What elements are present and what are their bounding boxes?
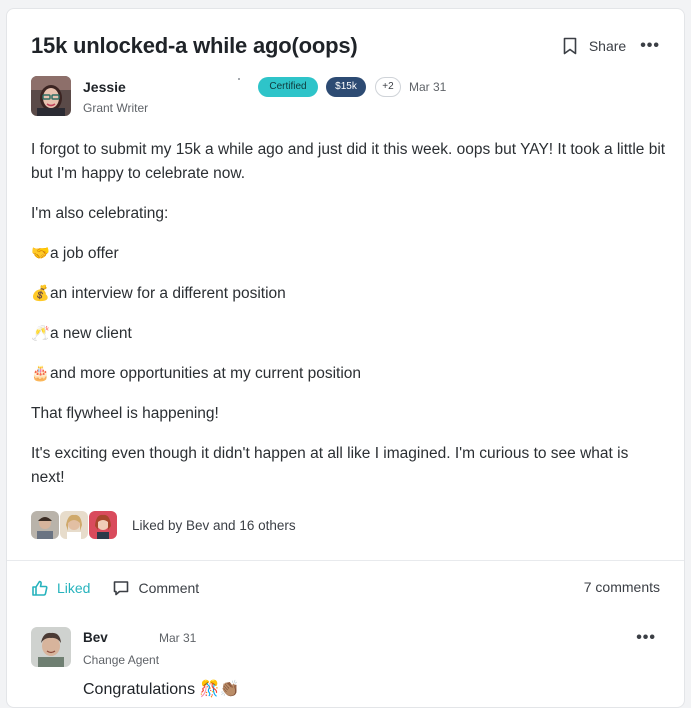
celebration-clap-icon: 🎊👏🏽: [199, 681, 240, 698]
comment-more-options-icon[interactable]: •••: [636, 629, 656, 647]
liked-by-text[interactable]: Liked by Bev and 16 others: [132, 518, 296, 533]
divider: [7, 560, 684, 561]
list-item-text: a job offer: [50, 245, 119, 262]
separator-dot: [238, 78, 240, 80]
share-button[interactable]: Share: [589, 38, 626, 54]
list-item-text: and more opportunities at my current pos…: [50, 365, 362, 382]
comment-date: Mar 31: [159, 631, 197, 645]
comment-text: Congratulations 🎊👏🏽: [83, 679, 239, 699]
commenter-role: Change Agent: [83, 653, 160, 667]
clinking-glasses-icon: 🥂: [31, 325, 50, 342]
list-item: 💰an interview for a different position: [31, 282, 666, 306]
like-label: Liked: [57, 580, 91, 596]
post-date: Mar 31: [409, 80, 447, 94]
body-paragraph: I'm also celebrating:: [31, 205, 169, 222]
body-paragraph: I forgot to submit my 15k a while ago an…: [31, 141, 666, 182]
handshake-icon: 🤝: [31, 245, 50, 262]
birthday-cake-icon: 🎂: [31, 365, 50, 382]
author-avatar[interactable]: [31, 76, 71, 116]
author-info: Jessie Grant Writer Certified $15k +2 Ma…: [31, 76, 660, 118]
body-paragraph: It's exciting even though it didn't happ…: [31, 445, 629, 486]
liker-avatar: [60, 511, 88, 539]
list-item-text: a new client: [50, 325, 132, 342]
comment-item: Bev Mar 31 Change Agent ••• Congratulati…: [31, 627, 660, 707]
bookmark-icon[interactable]: [561, 36, 579, 56]
more-options-icon[interactable]: •••: [640, 37, 660, 55]
post-header: 15k unlocked-a while ago(oops) Share •••: [31, 31, 660, 61]
author-name[interactable]: Jessie: [83, 79, 126, 95]
liker-avatar: [31, 511, 59, 539]
more-badges-button[interactable]: +2: [375, 77, 401, 97]
thumbs-up-icon: [31, 579, 49, 597]
commenter-name[interactable]: Bev: [83, 630, 108, 645]
comments-count[interactable]: 7 comments: [584, 579, 660, 595]
post-body: I forgot to submit my 15k a while ago an…: [31, 138, 666, 506]
list-item-text: an interview for a different position: [50, 285, 286, 302]
body-paragraph: That flywheel is happening!: [31, 405, 219, 422]
comment-icon: [112, 579, 130, 597]
list-item: 🎂and more opportunities at my current po…: [31, 362, 666, 386]
list-item: 🤝a job offer: [31, 242, 666, 266]
commenter-avatar[interactable]: [31, 627, 71, 667]
list-item: 🥂a new client: [31, 322, 666, 346]
amount-badge: $15k: [326, 77, 366, 97]
certified-badge: Certified: [258, 77, 318, 97]
author-role: Grant Writer: [83, 101, 149, 115]
post-action-bar: Liked Comment 7 comments: [31, 576, 660, 600]
likes-summary[interactable]: Liked by Bev and 16 others: [31, 510, 296, 540]
money-bag-icon: 💰: [31, 285, 50, 302]
comment-text-body: Congratulations: [83, 681, 196, 698]
like-button[interactable]: Liked: [31, 579, 90, 597]
post-card: 15k unlocked-a while ago(oops) Share •••…: [6, 8, 685, 708]
comment-label: Comment: [138, 580, 200, 596]
post-actions: Share •••: [561, 31, 660, 61]
comment-button[interactable]: Comment: [112, 579, 199, 597]
liker-avatar: [89, 511, 117, 539]
